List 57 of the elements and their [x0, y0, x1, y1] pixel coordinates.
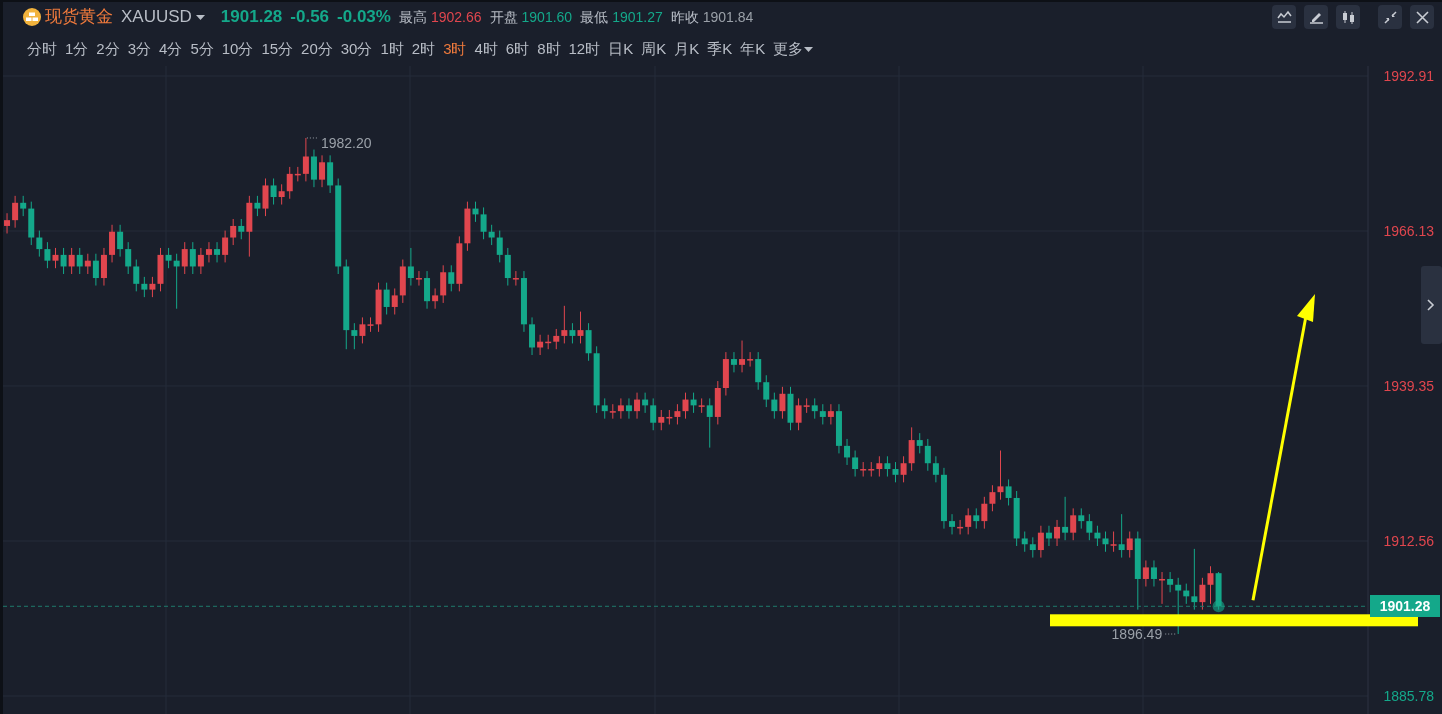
toolbar-button[interactable] — [1272, 5, 1296, 29]
leader-line — [1164, 633, 1178, 635]
timeframe-tab[interactable]: 4时 — [470, 37, 502, 61]
timeframe-tab[interactable]: 3分 — [123, 37, 156, 61]
timeframe-tab[interactable]: 1分 — [61, 37, 93, 61]
low-label: 1896.49 — [1111, 626, 1163, 642]
timeframe-tab[interactable]: 20分 — [297, 37, 337, 61]
toolbar-button[interactable] — [1410, 5, 1434, 29]
coin-icon — [23, 8, 41, 26]
stat-value: 1901.84 — [702, 7, 754, 27]
timeframe-tab[interactable]: 分时 — [23, 37, 61, 61]
axis-label: 1939.35 — [1383, 377, 1434, 394]
toolbar-button[interactable] — [1336, 5, 1360, 29]
high-label: 1982.20 — [320, 135, 372, 151]
last-price: 1901.28 — [220, 6, 283, 29]
timeframe-tab[interactable]: 日K — [604, 37, 638, 61]
stat-label: 开盘 — [489, 7, 518, 27]
symbol-dropdown[interactable]: XAUUSD — [121, 4, 205, 30]
axis-label: 1966.13 — [1383, 223, 1434, 239]
caret-icon — [804, 47, 814, 53]
instrument-name: 现货黄金 — [45, 6, 113, 29]
indicator-icon — [1275, 8, 1293, 26]
price-change: -0.56 — [290, 6, 330, 29]
timeframe-tab[interactable]: 月K — [670, 37, 704, 61]
axis-label: 1885.78 — [1383, 688, 1434, 704]
axis-label: 1912.56 — [1383, 533, 1434, 549]
timeframe-tab[interactable]: 3时 — [439, 37, 471, 61]
price-tag: 1901.28 — [1370, 595, 1440, 618]
stat-value: 1901.27 — [612, 7, 663, 27]
timeframe-tab[interactable]: 12时 — [564, 37, 605, 61]
timeframe-tab[interactable]: 10分 — [217, 37, 258, 61]
timeframe-tab[interactable]: 15分 — [257, 37, 298, 61]
percent-change: -0.03% — [337, 6, 391, 29]
timeframe-tab[interactable]: 2时 — [407, 37, 440, 61]
axis-label: 1992.91 — [1383, 68, 1434, 84]
caret-icon — [195, 14, 205, 20]
timeframe-tab[interactable]: 周K — [637, 37, 671, 61]
timeframe-tab[interactable]: 5分 — [186, 37, 218, 61]
stat-label: 最低 — [580, 7, 609, 27]
timeframe-tab[interactable]: 1时 — [376, 37, 408, 61]
stat-label: 最高 — [398, 7, 427, 27]
close-icon — [1413, 8, 1431, 26]
more-dropdown[interactable]: 更多 — [769, 37, 818, 61]
timeframe-tab[interactable]: 4分 — [155, 37, 187, 61]
toolbar-button[interactable] — [1304, 5, 1328, 29]
timeframe-tab[interactable]: 年K — [736, 37, 770, 61]
stat-label: 昨收 — [670, 7, 699, 27]
stat-value: 1901.60 — [521, 7, 573, 27]
timeframe-tab[interactable]: 2分 — [92, 37, 124, 61]
timeframe-tab[interactable]: 30分 — [336, 37, 377, 61]
timeframe-tab[interactable]: 季K — [703, 37, 737, 61]
leader-line — [306, 137, 320, 139]
timeframe-tab[interactable]: 6时 — [501, 37, 534, 61]
toolbar-button[interactable] — [1378, 5, 1402, 29]
stat-value: 1902.66 — [430, 7, 482, 27]
timeframe-tab[interactable]: 8时 — [533, 37, 565, 61]
live-price-dot — [1212, 600, 1225, 613]
